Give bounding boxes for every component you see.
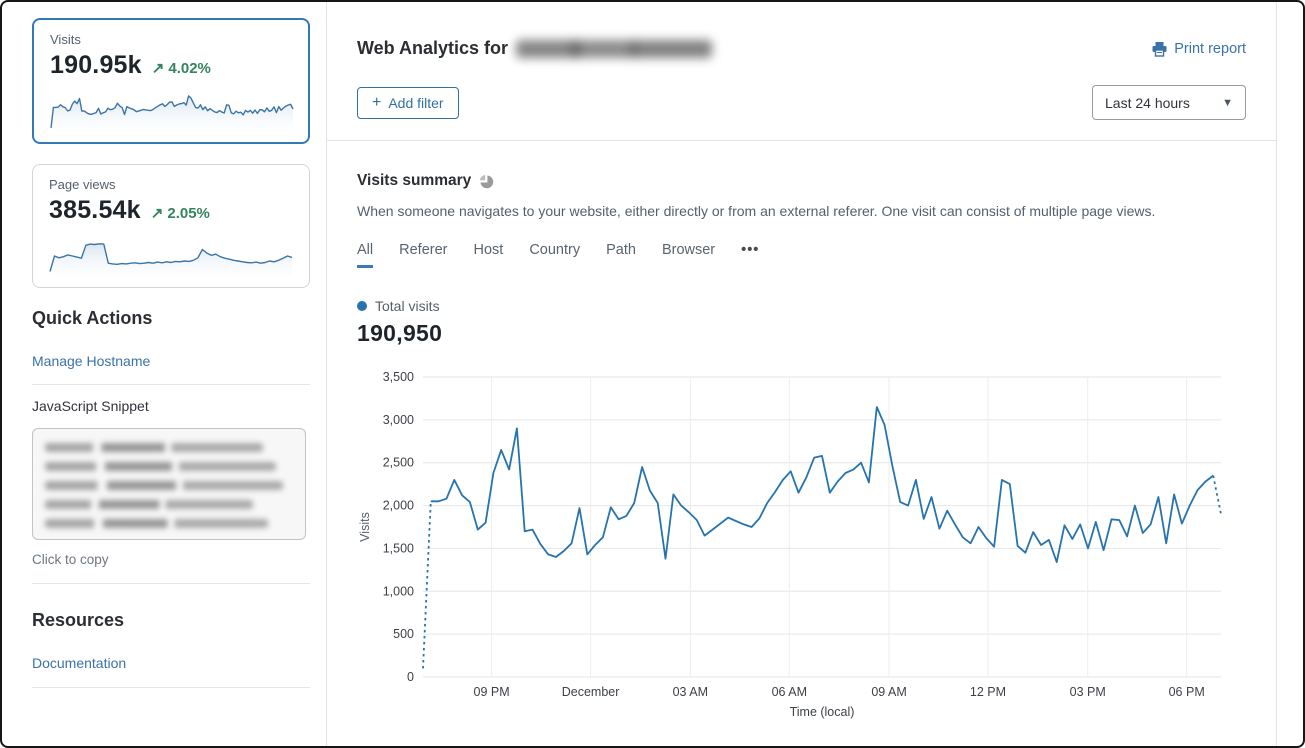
divider xyxy=(32,583,310,584)
js-snippet-box[interactable] xyxy=(32,428,306,540)
visits-card-label: Visits xyxy=(50,32,292,47)
tab-more[interactable]: ••• xyxy=(741,242,759,268)
svg-text:1,000: 1,000 xyxy=(383,584,414,598)
svg-text:12 PM: 12 PM xyxy=(970,685,1006,699)
pie-chart-icon[interactable] xyxy=(479,174,494,189)
tab-host[interactable]: Host xyxy=(473,242,503,268)
documentation-link[interactable]: Documentation xyxy=(32,655,126,671)
visits-chart: 0 500 1,000 1,500 2,000 2,500 3,000 3,500 09 PM D… xyxy=(357,365,1237,723)
click-to-copy-hint: Click to copy xyxy=(32,552,310,567)
summary-tabs: All Referer Host Country Path Browser ••• xyxy=(357,242,1246,268)
redacted-code-line xyxy=(45,500,253,509)
svg-text:3,500: 3,500 xyxy=(383,370,414,384)
right-gutter xyxy=(1277,2,1303,746)
visits-metric-card[interactable]: Visits 190.95k ↗ 4.02% xyxy=(32,18,310,144)
svg-text:06 AM: 06 AM xyxy=(772,685,807,699)
legend-label: Total visits xyxy=(375,298,440,314)
divider xyxy=(32,384,310,385)
blurred-domain xyxy=(516,40,712,58)
svg-text:Visits: Visits xyxy=(358,512,372,542)
app-window: Visits 190.95k ↗ 4.02% Page views 385.54… xyxy=(0,0,1305,748)
svg-text:2,500: 2,500 xyxy=(383,456,414,470)
printer-icon xyxy=(1151,41,1168,57)
trend-up-icon: ↗ xyxy=(151,204,164,222)
visits-summary-title: Visits summary xyxy=(357,172,471,190)
page-views-sparkline xyxy=(49,233,293,277)
page-views-card-value: 385.54k xyxy=(49,196,141,225)
js-snippet-label: JavaScript Snippet xyxy=(32,398,310,414)
tab-all[interactable]: All xyxy=(357,242,373,268)
svg-text:06 PM: 06 PM xyxy=(1169,685,1205,699)
svg-text:03 AM: 03 AM xyxy=(673,685,708,699)
divider xyxy=(327,140,1276,141)
svg-text:500: 500 xyxy=(393,627,414,641)
chevron-down-icon: ▼ xyxy=(1222,97,1233,109)
svg-text:Time (local): Time (local) xyxy=(790,705,855,719)
total-visits-value: 190,950 xyxy=(357,320,1246,347)
visits-card-value: 190.95k xyxy=(50,51,142,80)
page-title: Web Analytics for xyxy=(357,38,712,59)
svg-text:December: December xyxy=(562,685,620,699)
sidebar: Visits 190.95k ↗ 4.02% Page views 385.54… xyxy=(2,2,327,746)
manage-hostname-link[interactable]: Manage Hostname xyxy=(32,353,150,369)
visits-summary-description: When someone navigates to your website, … xyxy=(357,203,1246,219)
svg-text:2,000: 2,000 xyxy=(383,499,414,513)
svg-text:1,500: 1,500 xyxy=(383,541,414,555)
trend-up-icon: ↗ xyxy=(152,59,165,77)
visits-sparkline xyxy=(50,88,294,132)
tab-referer[interactable]: Referer xyxy=(399,242,447,268)
redacted-code-line xyxy=(45,481,283,490)
tab-country[interactable]: Country xyxy=(529,242,580,268)
tab-path[interactable]: Path xyxy=(606,242,636,268)
time-range-select[interactable]: Last 24 hours ▼ xyxy=(1092,85,1246,120)
svg-text:3,000: 3,000 xyxy=(383,413,414,427)
divider xyxy=(32,687,310,688)
page-views-card-label: Page views xyxy=(49,177,293,192)
add-filter-button[interactable]: + Add filter xyxy=(357,87,459,119)
main-panel: Web Analytics for Print report + Add fil… xyxy=(327,2,1277,746)
redacted-code-line xyxy=(45,443,263,452)
legend-dot-icon xyxy=(357,301,367,311)
redacted-code-line xyxy=(45,462,276,471)
visits-card-delta: ↗ 4.02% xyxy=(152,59,211,77)
plus-icon: + xyxy=(372,98,381,108)
svg-text:09 AM: 09 AM xyxy=(871,685,906,699)
svg-text:0: 0 xyxy=(407,670,414,684)
svg-text:03 PM: 03 PM xyxy=(1070,685,1106,699)
page-views-metric-card[interactable]: Page views 385.54k ↗ 2.05% xyxy=(32,164,310,288)
print-report-link[interactable]: Print report xyxy=(1151,41,1246,57)
chart-legend: Total visits xyxy=(357,298,1246,314)
quick-actions-heading: Quick Actions xyxy=(32,308,310,329)
tab-browser[interactable]: Browser xyxy=(662,242,715,268)
resources-heading: Resources xyxy=(32,610,310,631)
page-views-card-delta: ↗ 2.05% xyxy=(151,204,210,222)
redacted-code-line xyxy=(45,519,268,528)
svg-text:09 PM: 09 PM xyxy=(474,685,510,699)
